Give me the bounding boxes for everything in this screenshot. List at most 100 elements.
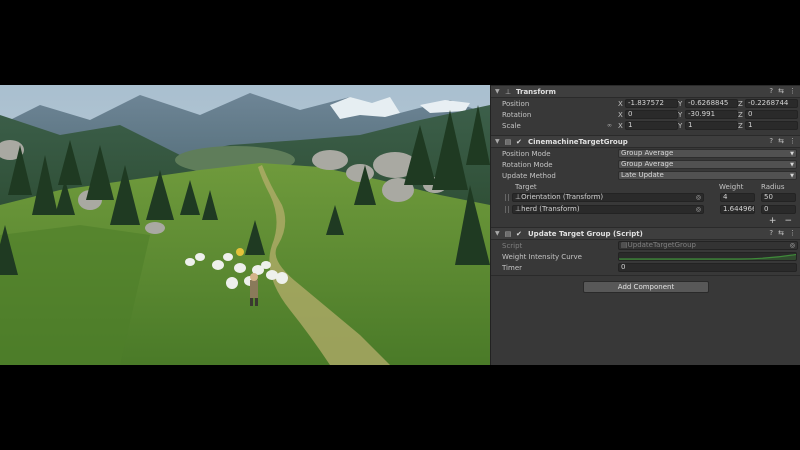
fold-arrow-icon[interactable]: ▼ (495, 88, 503, 95)
object-picker-icon[interactable]: ◎ (696, 206, 701, 213)
script-icon: ▤ (504, 137, 512, 146)
preset-icon[interactable]: ⇆ (778, 137, 784, 145)
rotation-y-field[interactable]: -30.991 (685, 110, 738, 119)
fold-arrow-icon[interactable]: ▼ (495, 230, 503, 237)
fold-arrow-icon[interactable]: ▼ (495, 138, 503, 145)
axis-z-label: Z (738, 99, 743, 108)
chevron-down-icon: ▼ (790, 162, 794, 168)
position-mode-row: Position Mode Group Average ▼ (491, 148, 800, 159)
target-row: ⊥herd (Transform) ◎ 1.644966 0 (491, 204, 800, 216)
axis-x-label: X (618, 99, 623, 108)
update-method-row: Update Method Late Update ▼ (491, 170, 800, 181)
axis-x-label: X (618, 110, 623, 119)
radius-column-header: Radius (761, 183, 785, 191)
position-x-field[interactable]: -1.837572 (625, 99, 678, 108)
add-component-button[interactable]: Add Component (583, 281, 709, 293)
help-icon[interactable]: ? (769, 229, 773, 237)
object-picker-icon[interactable]: ◎ (696, 194, 701, 201)
target-object-field[interactable]: ⊥herd (Transform) ◎ (512, 205, 704, 214)
axis-y-label: Y (678, 110, 683, 119)
help-icon[interactable]: ? (769, 87, 773, 95)
menu-icon[interactable]: ⋮ (789, 229, 796, 237)
remove-target-button[interactable]: − (784, 216, 792, 226)
game-view (0, 85, 490, 365)
radius-field[interactable]: 50 (761, 193, 796, 202)
script-name: UpdateTargetGroup (627, 241, 696, 249)
position-mode-label: Position Mode (502, 149, 551, 158)
rotation-mode-label: Rotation Mode (502, 160, 553, 169)
script-label: Script (502, 241, 523, 250)
scale-z-field[interactable]: 1 (745, 121, 798, 130)
rotation-mode-dropdown[interactable]: Group Average ▼ (618, 160, 797, 169)
menu-icon[interactable]: ⋮ (789, 137, 796, 145)
axis-z-label: Z (738, 121, 743, 130)
yellow-flower (236, 248, 244, 256)
link-scale-icon[interactable]: ∞ (607, 122, 612, 129)
position-y-field[interactable]: -0.6268845 (685, 99, 738, 108)
component-title: CinemachineTargetGroup (528, 137, 628, 146)
inspector-panel: ▼ ⊥ Transform ? ⇆ ⋮ Position X -1.837572… (490, 85, 800, 365)
curve-label: Weight Intensity Curve (502, 252, 582, 261)
dropdown-value: Group Average (621, 160, 674, 168)
dropdown-value: Late Update (621, 171, 664, 179)
add-component-area: Add Component (491, 275, 800, 295)
enabled-checkbox[interactable]: ✔ (516, 230, 524, 238)
position-mode-dropdown[interactable]: Group Average ▼ (618, 149, 797, 158)
axis-y-label: Y (678, 99, 683, 108)
script-file-icon: ▤ (621, 241, 628, 249)
transform-icon: ⊥ (504, 87, 512, 96)
chevron-down-icon: ▼ (790, 173, 794, 179)
update-method-dropdown[interactable]: Late Update ▼ (618, 171, 797, 180)
help-icon[interactable]: ? (769, 137, 773, 145)
target-name: Orientation (Transform) (521, 193, 604, 201)
preset-icon[interactable]: ⇆ (778, 229, 784, 237)
scale-x-field[interactable]: 1 (625, 121, 678, 130)
timer-label: Timer (502, 263, 523, 272)
axis-x-label: X (618, 121, 623, 130)
curve-row: Weight Intensity Curve (491, 251, 800, 262)
rotation-label: Rotation (502, 110, 532, 119)
dropdown-value: Group Average (621, 149, 674, 157)
component-title: Transform (516, 87, 556, 96)
enabled-checkbox[interactable]: ✔ (516, 138, 524, 146)
weight-field[interactable]: 4 (720, 193, 755, 202)
landscape-scene (0, 85, 490, 365)
target-column-header: Target (515, 183, 537, 191)
update-script-header[interactable]: ▼ ▤ ✔ Update Target Group (Script) ? ⇆ ⋮ (491, 227, 800, 240)
chevron-down-icon: ▼ (790, 151, 794, 157)
rotation-x-field[interactable]: 0 (625, 110, 678, 119)
script-icon: ▤ (504, 229, 512, 238)
rotation-mode-row: Rotation Mode Group Average ▼ (491, 159, 800, 170)
weight-column-header: Weight (719, 183, 744, 191)
scale-y-field[interactable]: 1 (685, 121, 738, 130)
add-target-button[interactable]: + (769, 216, 777, 226)
drag-handle-icon[interactable] (505, 206, 509, 213)
scale-label: Scale (502, 121, 521, 130)
radius-field[interactable]: 0 (761, 205, 796, 214)
position-label: Position (502, 99, 530, 108)
object-picker-icon: ◎ (789, 242, 795, 249)
script-row: Script ▤UpdateTargetGroup ◎ (491, 240, 800, 251)
menu-icon[interactable]: ⋮ (789, 87, 796, 95)
position-z-field[interactable]: -0.2268744 (745, 99, 798, 108)
axis-z-label: Z (738, 110, 743, 119)
curve-preview (619, 253, 796, 260)
component-title: Update Target Group (Script) (528, 229, 643, 238)
scale-row: Scale ∞ X 1 Y 1 Z 1 (491, 120, 800, 131)
target-group-header[interactable]: ▼ ▤ ✔ CinemachineTargetGroup ? ⇆ ⋮ (491, 135, 800, 148)
timer-field[interactable]: 0 (618, 263, 797, 272)
transform-header[interactable]: ▼ ⊥ Transform ? ⇆ ⋮ (491, 85, 800, 98)
script-object-field: ▤UpdateTargetGroup ◎ (618, 241, 798, 250)
weight-field[interactable]: 1.644966 (720, 205, 755, 214)
preset-icon[interactable]: ⇆ (778, 87, 784, 95)
rotation-z-field[interactable]: 0 (745, 110, 798, 119)
targets-header: Target Weight Radius (491, 181, 800, 192)
update-method-label: Update Method (502, 171, 556, 180)
timer-row: Timer 0 (491, 262, 800, 273)
target-name: herd (Transform) (521, 205, 580, 213)
target-object-field[interactable]: ⊥Orientation (Transform) ◎ (512, 193, 704, 202)
position-row: Position X -1.837572 Y -0.6268845 Z -0.2… (491, 98, 800, 109)
rotation-row: Rotation X 0 Y -30.991 Z 0 (491, 109, 800, 120)
weight-curve-field[interactable] (618, 252, 797, 261)
drag-handle-icon[interactable] (505, 194, 509, 201)
